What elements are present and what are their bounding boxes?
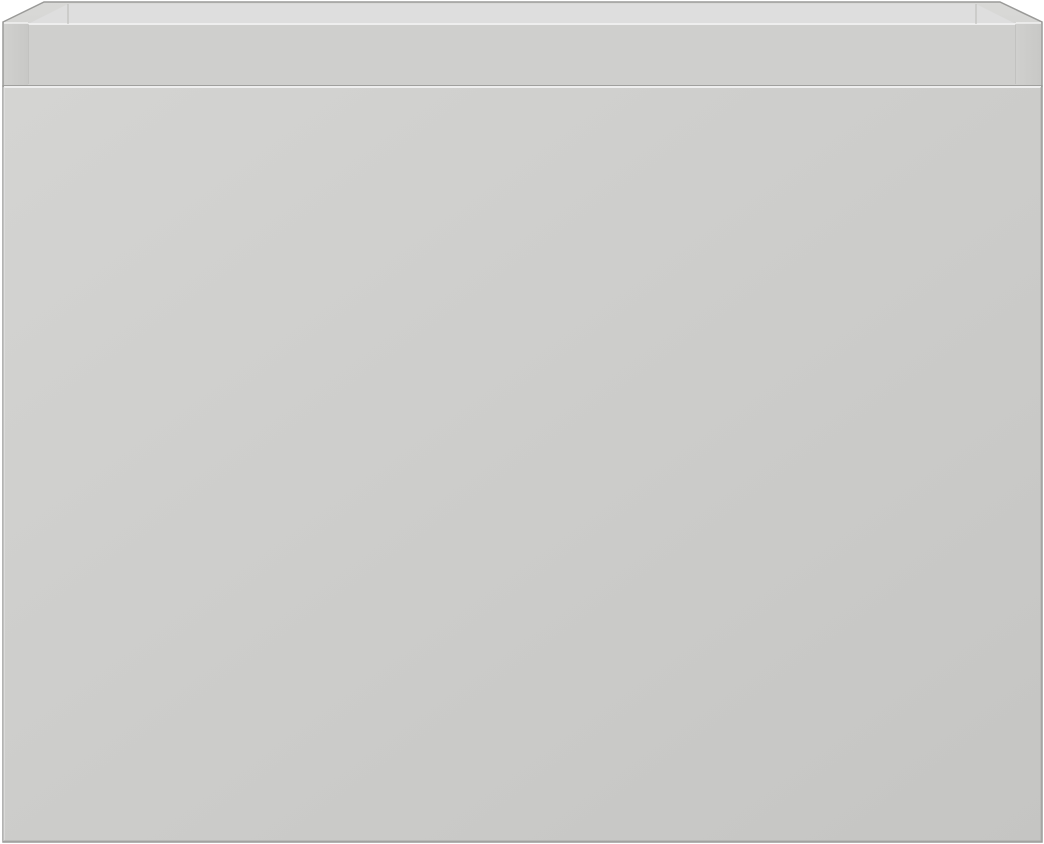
drawer-interior — [27, 4, 1017, 84]
drawer-front-panel — [2, 85, 1043, 843]
product-render — [0, 0, 1044, 844]
cabinet-drawer-illustration — [2, 1, 1043, 843]
